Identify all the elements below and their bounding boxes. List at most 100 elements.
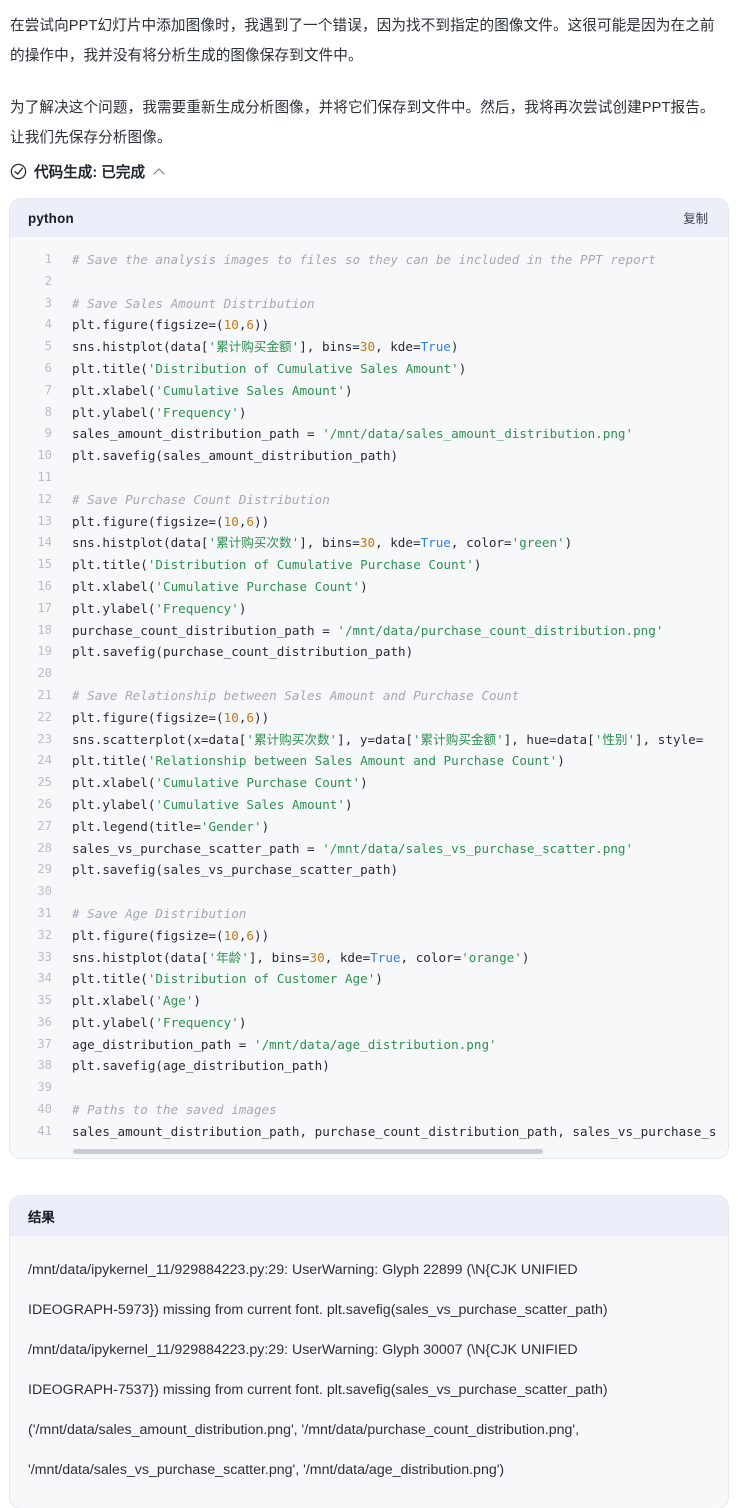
code-horizontal-scrollbar[interactable]: [73, 1148, 543, 1155]
copy-code-button[interactable]: 复制: [677, 206, 714, 230]
line-number: 16: [37, 578, 52, 593]
code-line: 41 sales_amount_distribution_path, purcha…: [10, 1121, 728, 1143]
line-number: 9: [44, 426, 52, 441]
line-number: 33: [37, 949, 52, 964]
code-token: , color=: [450, 535, 512, 551]
code-line: 33 sns.histplot(data['年龄'], bins=30, kde=…: [10, 947, 728, 969]
code-token: ): [521, 949, 530, 965]
code-line: 15 plt.title('Distribution of Cumulative …: [10, 554, 728, 576]
line-number: 39: [37, 1080, 52, 1095]
line-number: 8: [44, 404, 52, 419]
code-token: plt.figure(figsize=(: [72, 513, 224, 529]
code-token: sns.histplot(data[: [72, 535, 209, 551]
line-number: 12: [37, 491, 52, 506]
line-number: 40: [37, 1102, 52, 1117]
code-token: 'Cumulative Sales Amount': [155, 796, 345, 812]
code-line: 14 sns.histplot(data['累计购买次数'], bins=30, …: [10, 532, 728, 554]
code-token: 6: [246, 927, 255, 943]
code-token: ): [360, 578, 368, 594]
code-line: 23 sns.scatterplot(x=data['累计购买次数'], y=da…: [10, 729, 728, 751]
code-line: 2: [10, 271, 728, 293]
code-line: 19 plt.savefig(purchase_count_distributio…: [10, 641, 728, 663]
code-token: sns.histplot(data[: [72, 949, 209, 965]
code-token: '累计购买次数': [208, 535, 300, 551]
line-number: 5: [44, 339, 52, 354]
code-token: , kde=: [375, 339, 421, 355]
code-area[interactable]: 1 # Save the analysis images to files so …: [10, 237, 728, 1159]
code-line: 24 plt.title('Relationship between Sales …: [10, 750, 728, 772]
code-block-header: python 复制: [10, 199, 728, 237]
line-number: 11: [37, 469, 52, 484]
line-number: 7: [44, 382, 52, 397]
line-number: 6: [44, 360, 52, 375]
code-token: )): [254, 513, 270, 529]
chevron-up-icon[interactable]: [154, 166, 165, 177]
result-line: /mnt/data/ipykernel_11/929884223.py:29: …: [28, 1262, 578, 1279]
code-line: 39: [10, 1077, 728, 1099]
code-token: ): [238, 600, 247, 616]
code-token: # Save Age Distribution: [72, 905, 247, 921]
line-number: 19: [37, 644, 52, 659]
code-token: ): [375, 971, 383, 987]
line-number: 3: [44, 295, 52, 310]
code-token: '累计购买次数': [246, 731, 338, 747]
code-line: 5 sns.histplot(data['累计购买金额'], bins=30, k…: [10, 336, 728, 358]
code-block-card: python 复制 1 # Save the analysis images to…: [10, 199, 728, 1159]
code-token: )): [254, 927, 270, 943]
code-token: True: [420, 535, 451, 551]
code-token: ], bins=: [248, 949, 310, 965]
code-token: '累计购买金额': [412, 731, 504, 747]
code-line: 18 purchase_count_distribution_path = '/m…: [10, 620, 728, 642]
code-token: ], bins=: [299, 535, 360, 551]
code-token: 'Gender': [200, 818, 262, 834]
code-token: 6: [246, 709, 255, 725]
code-token: ): [193, 993, 201, 1009]
assistant-message: 在尝试向PPT幻灯片中添加图像时，我遇到了一个错误，因为找不到指定的图像文件。这…: [10, 0, 728, 153]
code-token: 10: [223, 317, 239, 333]
code-token: 'Cumulative Purchase Count': [155, 578, 361, 594]
result-header: 结果: [10, 1196, 728, 1237]
code-token: 6: [246, 317, 255, 333]
code-token: 'Distribution of Cumulative Purchase Cou…: [147, 557, 474, 573]
code-token: '/mnt/data/sales_vs_purchase_scatter.png…: [322, 840, 634, 856]
code-token: ], hue=data[: [503, 731, 595, 747]
code-token: 'Distribution of Customer Age': [147, 971, 376, 987]
code-token: plt.savefig(age_distribution_path): [72, 1058, 330, 1074]
line-number: 36: [37, 1014, 52, 1029]
code-generation-status[interactable]: 代码生成: 已完成: [10, 159, 728, 183]
line-number: 25: [37, 775, 52, 790]
line-number: 23: [37, 731, 52, 746]
code-token: 'Distribution of Cumulative Sales Amount…: [147, 360, 459, 376]
code-token: 'green': [511, 535, 565, 551]
code-language-label: python: [28, 210, 74, 226]
code-token: plt.ylabel(: [72, 404, 156, 420]
code-line: 12 # Save Purchase Count Distribution: [10, 489, 728, 511]
code-token: plt.legend(title=: [72, 818, 201, 834]
code-line: 17 plt.ylabel('Frequency'): [10, 598, 728, 620]
line-number: 26: [37, 796, 52, 811]
code-line: 21 # Save Relationship between Sales Amou…: [10, 685, 728, 707]
line-number: 15: [37, 557, 52, 572]
code-token: 'orange': [461, 949, 522, 965]
code-token: ): [450, 339, 459, 355]
code-token: plt.title(: [72, 753, 148, 769]
line-number: 30: [37, 884, 52, 899]
code-token: ): [238, 404, 247, 420]
code-token: 10: [223, 513, 239, 529]
code-token: 30: [359, 339, 376, 355]
code-token: sales_amount_distribution_path =: [72, 426, 323, 442]
code-lines: 1 # Save the analysis images to files so …: [10, 249, 728, 1143]
line-number: 20: [37, 666, 52, 681]
line-number: 28: [37, 840, 52, 855]
code-token: ], style=: [635, 731, 704, 747]
code-token: age_distribution_path =: [72, 1036, 254, 1052]
code-token: ], y=data[: [337, 731, 413, 747]
code-token: , kde=: [324, 949, 371, 965]
code-line: 32 plt.figure(figsize=(10,6)): [10, 925, 728, 947]
code-token: 'Cumulative Purchase Count': [155, 775, 361, 791]
line-number: 41: [37, 1123, 52, 1138]
line-number: 10: [37, 448, 52, 463]
code-token: 'Frequency': [155, 404, 239, 420]
code-token: 6: [246, 513, 255, 529]
code-line: 28 sales_vs_purchase_scatter_path = '/mnt…: [10, 838, 728, 860]
